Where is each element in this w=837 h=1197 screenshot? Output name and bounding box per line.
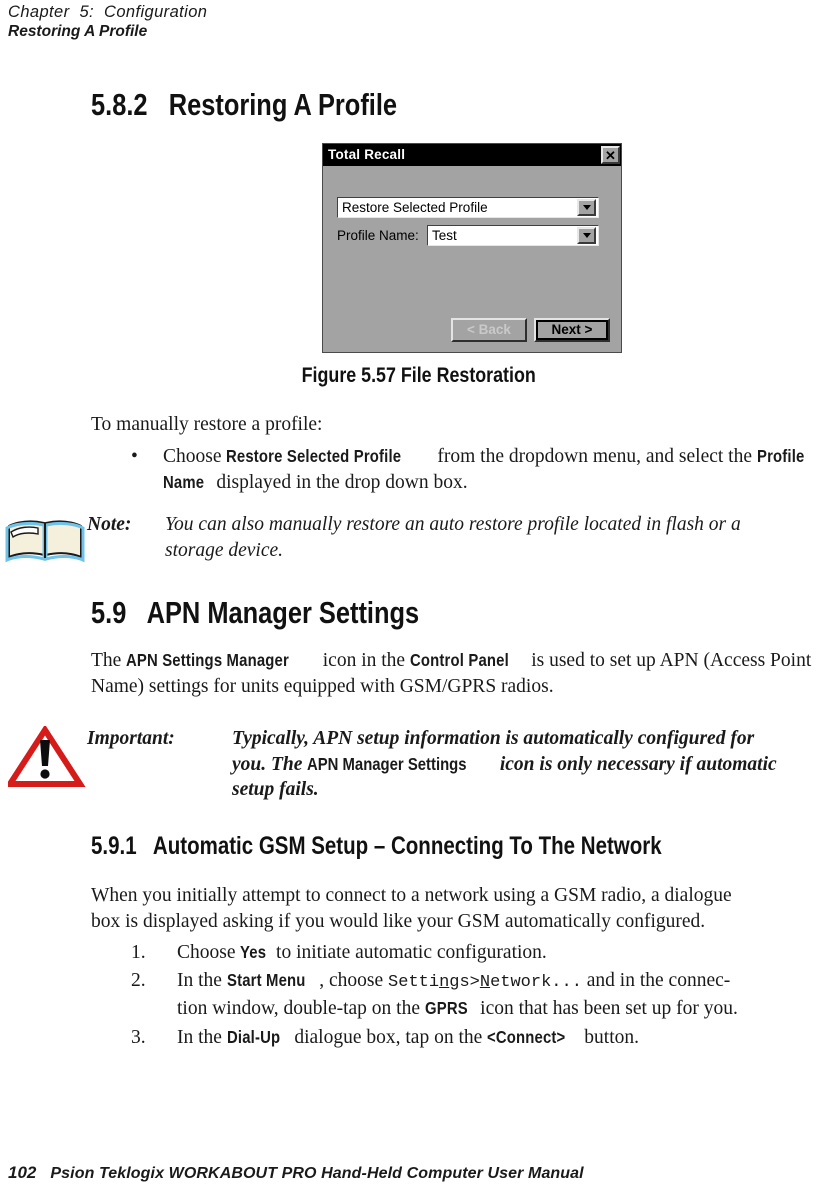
step-2-marker: 2. [131, 970, 146, 991]
ui-term-yes: Yes [240, 942, 267, 962]
ui-term-restore-selected-profile: Restore Selected Profile [226, 446, 402, 466]
running-head-section: Restoring A Profile [8, 23, 148, 40]
step-3-text-c: button. [579, 1027, 639, 1048]
step-3-marker: 3. [131, 1027, 146, 1048]
heading-582-wrap: 5.8.2 Restoring A Profile [91, 88, 791, 122]
important-text-b: icon is only necessary if automatic [494, 753, 777, 775]
apn-paragraph-line-2: Name) settings for units equipped with G… [91, 675, 554, 697]
note-line-1: You can also manually restore an auto re… [165, 514, 741, 535]
running-head-chapter: Chapter 5: Configuration [8, 3, 208, 21]
warning-triangle-icon [4, 724, 87, 803]
restore-mode-dropdown[interactable]: Restore Selected Profile [337, 197, 599, 218]
step-3-text-b: dialogue box, tap on the [289, 1027, 488, 1048]
step-2-text-e: icon that has been set up for you. [475, 997, 738, 1019]
chevron-down-icon[interactable] [577, 199, 596, 216]
important-admonition: Important: Typically, APN setup informat… [4, 724, 837, 803]
restore-intro-lead: To manually restore a profile: [91, 414, 323, 435]
close-x-icon[interactable]: ✕ [601, 146, 620, 164]
open-book-icon [5, 512, 87, 569]
gsm-step-2: 2. In the Start Menu , choose Settings>Ne… [131, 968, 837, 1021]
important-body: Typically, APN setup information is auto… [232, 726, 837, 803]
note-label: Note: [87, 514, 132, 535]
profile-name-dropdown[interactable]: Test [427, 225, 599, 246]
step-2-text-d: tion window, double-tap on the [177, 997, 425, 1019]
gsm-paragraph-line-1: When you initially attempt to connect to… [91, 885, 732, 906]
step-3-text-a: In the [177, 1027, 227, 1048]
heading-591-wrap: 5.9.1 Automatic GSM Setup – Connecting T… [91, 832, 837, 860]
step-2-text: In the Start Menu , choose Settings>Netwo… [177, 968, 738, 1021]
chevron-down-icon[interactable] [577, 227, 596, 244]
figure-caption: Figure 5.57 File Restoration [0, 364, 837, 388]
menu-path-a: Setti [388, 973, 440, 992]
step-1-marker: 1. [131, 942, 146, 963]
note-line-2: storage device. [165, 539, 284, 561]
ui-term-name: Name [163, 471, 205, 492]
gsm-step-1: 1. Choose Yes to initiate automatic conf… [131, 940, 837, 966]
ui-term-start-menu: Start Menu [226, 970, 306, 990]
dialog-body: Restore Selected Profile Profile Name: T… [323, 166, 621, 354]
important-line-3: setup fails. [232, 779, 319, 800]
important-text-a: you. The [232, 753, 308, 775]
note-body: You can also manually restore an auto re… [165, 512, 837, 569]
important-label-wrap: Important: [87, 726, 232, 803]
bullet-marker: • [131, 446, 138, 467]
apn-text-c: is used to set up APN (Access Point [526, 650, 812, 671]
bullet-text-c: displayed in the drop down box. [211, 471, 468, 493]
menu-path-b: gs> [449, 973, 480, 992]
important-line-2: you. The APN Manager Settings icon is on… [232, 752, 837, 778]
note-admonition: Note: You can also manually restore an a… [5, 512, 837, 569]
restore-bullet-item: • Choose Restore Selected Profile from t… [131, 444, 837, 495]
ui-term-dial-up: Dial-Up [226, 1027, 281, 1047]
ui-term-apn-manager-settings: APN Manager Settings [307, 753, 467, 774]
step-2-text-a: In the [177, 970, 227, 991]
step-1-text-b: to initiate automatic configuration. [271, 942, 547, 963]
apn-text-b: icon in the [317, 650, 410, 671]
dialog-title-bar: Total Recall ✕ [323, 144, 621, 166]
page-footer: 102 Psion Teklogix WORKABOUT PRO Hand-He… [8, 1163, 584, 1183]
ui-term-connect-button: <Connect> [487, 1027, 566, 1047]
gsm-step-3: 3. In the Dial-Up dialogue box, tap on t… [131, 1025, 837, 1051]
dialog-title: Total Recall [328, 147, 406, 162]
menu-path-settings: Settings>Network... [388, 973, 582, 992]
note-label-wrap: Note: [87, 512, 165, 569]
ui-term-gprs: GPRS [424, 997, 468, 1018]
menu-path-a-accel: n [439, 973, 450, 992]
gsm-paragraph-line-2: box is displayed asking if you would lik… [91, 910, 706, 932]
profile-name-label: Profile Name: [337, 228, 419, 243]
restore-bullet-text: Choose Restore Selected Profile from the… [163, 444, 813, 495]
heading-5-9-1: 5.9.1 Automatic GSM Setup – Connecting T… [91, 832, 662, 860]
ui-term-profile: Profile [756, 446, 805, 466]
page-number: 102 [8, 1163, 37, 1182]
profile-name-value: Test [432, 227, 457, 243]
important-label: Important: [87, 728, 175, 749]
apn-paragraph-line-1: The APN Settings Manager icon in the Con… [91, 648, 837, 674]
step-2-text-c: and in the connec- [581, 970, 731, 991]
bullet-text-b: from the dropdown menu, and select the [432, 446, 757, 467]
bullet-text-a: Choose [163, 446, 227, 467]
ui-term-control-panel: Control Panel [409, 650, 509, 670]
ui-term-apn-settings-manager: APN Settings Manager [126, 650, 290, 670]
apn-paragraph: The APN Settings Manager icon in the Con… [91, 648, 837, 699]
step-1-text-a: Choose [177, 942, 241, 963]
gsm-paragraph: When you initially attempt to connect to… [91, 883, 837, 934]
footer-text: Psion Teklogix WORKABOUT PRO Hand-Held C… [50, 1165, 584, 1182]
step-2-text-b: , choose [319, 970, 389, 991]
menu-path-b-accel: N [479, 973, 491, 992]
heading-59-wrap: 5.9 APN Manager Settings [91, 596, 791, 630]
step-1-text: Choose Yes to initiate automatic configu… [177, 940, 547, 966]
running-head: Chapter 5: Configuration Restoring A Pro… [8, 2, 508, 42]
heading-5-9: 5.9 APN Manager Settings [91, 595, 420, 630]
menu-path-c: etwork... [490, 973, 582, 992]
apn-text-a: The [91, 650, 127, 671]
restore-intro-block: To manually restore a profile: [91, 412, 837, 438]
heading-5-8-2: 5.8.2 Restoring A Profile [91, 87, 398, 122]
back-button[interactable]: < Back [451, 318, 527, 342]
total-recall-dialog: Total Recall ✕ Restore Selected Profile … [322, 143, 622, 353]
step-3-text: In the Dial-Up dialogue box, tap on the … [177, 1025, 639, 1051]
important-line-1: Typically, APN setup information is auto… [232, 728, 755, 749]
restore-mode-value: Restore Selected Profile [342, 200, 488, 215]
figure-caption-text: Figure 5.57 File Restoration [301, 364, 536, 387]
next-button[interactable]: Next > [534, 318, 610, 342]
